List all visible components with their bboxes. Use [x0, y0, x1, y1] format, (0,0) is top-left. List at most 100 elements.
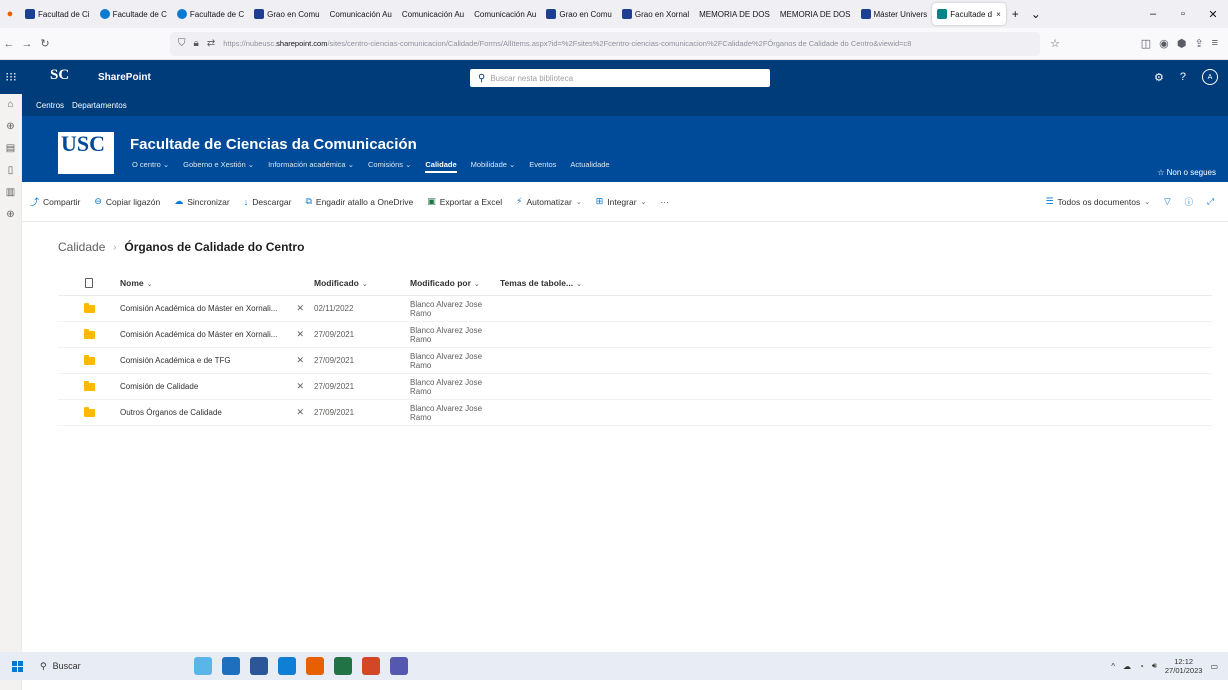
- expand-icon[interactable]: ⤢: [1207, 196, 1214, 207]
- sharepoint-app-name[interactable]: SharePoint: [98, 72, 151, 83]
- shield-icon[interactable]: ⛉: [178, 38, 186, 49]
- filter-icon[interactable]: ▽: [1164, 196, 1171, 207]
- folder-name[interactable]: Comisión Académica do Máster en Xornali.…: [120, 304, 277, 313]
- network-icon[interactable]: ☁: [1123, 662, 1131, 671]
- firefox-taskbar-icon[interactable]: [306, 657, 324, 675]
- more-button[interactable]: ···: [660, 197, 669, 207]
- file-type-header[interactable]: [58, 277, 120, 288]
- name-cell[interactable]: Outros Órganos de Calidade ✕: [120, 407, 314, 418]
- column-header-modified[interactable]: Modificado ⌄: [314, 278, 410, 288]
- browser-tab[interactable]: Comunicación Au: [325, 3, 397, 25]
- browser-tab[interactable]: Facultad de Ci: [20, 3, 95, 25]
- folder-name[interactable]: Outros Órganos de Calidade: [120, 408, 222, 417]
- browser-tab[interactable]: Facultade de C: [172, 3, 249, 25]
- sync-button[interactable]: ☁ Sincronizar: [174, 196, 230, 207]
- breadcrumb-parent[interactable]: Calidade: [58, 240, 105, 254]
- volume-icon[interactable]: 🔊︎: [1152, 661, 1157, 671]
- browser-tab[interactable]: Grao en Comu: [541, 3, 616, 25]
- name-cell[interactable]: Comisión Académica do Máster en Xornali.…: [120, 303, 314, 314]
- folder-name[interactable]: Comisión de Calidade: [120, 382, 198, 391]
- browser-tab[interactable]: Comunicación Au: [469, 3, 541, 25]
- copy-link-button[interactable]: ⊖ Copiar ligazón: [94, 196, 160, 207]
- task-view-icon[interactable]: [222, 657, 240, 675]
- browser-tab[interactable]: Grao en Comu: [249, 3, 324, 25]
- browser-tab[interactable]: MEMORIA DE DOS: [694, 3, 775, 25]
- view-switcher[interactable]: ☰ Todos os documentos ⌄: [1045, 196, 1150, 207]
- automate-button[interactable]: ⚡ Automatizar ⌄: [516, 196, 582, 207]
- taskbar-search[interactable]: ⚲ Buscar: [34, 661, 164, 672]
- site-nav-item[interactable]: Información académica ⌄: [268, 160, 354, 173]
- notifications-icon[interactable]: ▭: [1210, 662, 1218, 671]
- column-header-modified-by[interactable]: Modificado por ⌄: [410, 278, 500, 288]
- page-title[interactable]: Órganos de Calidade do Centro: [124, 240, 304, 254]
- table-row[interactable]: Comisión Académica do Máster en Xornali.…: [58, 322, 1212, 348]
- share-icon[interactable]: ⇪: [1194, 37, 1203, 50]
- lock-icon[interactable]: 🔒︎: [194, 38, 199, 49]
- maximize-button[interactable]: ▫: [1168, 8, 1198, 21]
- close-tab-icon[interactable]: ×: [996, 10, 1001, 19]
- site-nav-item[interactable]: Comisións ⌄: [368, 160, 411, 173]
- hub-nav-departamentos[interactable]: Departamentos: [72, 101, 127, 110]
- address-bar[interactable]: ⛉ 🔒︎ ⇄ https://nubeusc. sharepoint.com/si…: [170, 31, 1040, 56]
- tray-chevron-icon[interactable]: ^: [1111, 662, 1115, 671]
- site-logo[interactable]: USC: [58, 132, 114, 174]
- wifi-icon[interactable]: ◔: [1139, 662, 1144, 671]
- column-header-temas[interactable]: Temas de tabole... ⌄: [500, 278, 640, 288]
- site-nav-item[interactable]: Calidade: [425, 160, 457, 173]
- clock[interactable]: 12:12 27/01/2023: [1165, 657, 1203, 675]
- outlook-icon[interactable]: [278, 657, 296, 675]
- site-title[interactable]: Facultade de Ciencias da Comunicación: [130, 136, 417, 153]
- info-icon[interactable]: ⓘ: [1185, 196, 1194, 208]
- firefox-icon[interactable]: ●: [0, 0, 20, 28]
- lists-icon[interactable]: ▥: [0, 182, 21, 204]
- table-row[interactable]: Comisión Académica do Máster en Xornali.…: [58, 296, 1212, 322]
- app-icon[interactable]: [250, 657, 268, 675]
- start-button[interactable]: [0, 652, 34, 680]
- close-window-button[interactable]: ✕: [1198, 8, 1228, 21]
- menu-icon[interactable]: ≡: [1212, 37, 1218, 50]
- column-header-name[interactable]: Nome ⌄: [120, 278, 314, 288]
- folder-name[interactable]: Comisión Académica do Máster en Xornali.…: [120, 330, 277, 339]
- hub-nav-centros[interactable]: Centros: [36, 101, 64, 110]
- name-cell[interactable]: Comisión de Calidade ✕: [120, 381, 314, 392]
- news-icon[interactable]: ▤: [0, 138, 21, 160]
- create-icon[interactable]: ⊕: [0, 204, 21, 226]
- tab-list-chevron-icon[interactable]: ⌄: [1025, 7, 1047, 21]
- table-row[interactable]: Comisión de Calidade ✕ 27/09/2021 Blanco Al…: [58, 374, 1212, 400]
- pocket-icon[interactable]: ◫: [1141, 37, 1151, 50]
- new-tab-button[interactable]: +: [1006, 7, 1025, 21]
- teams-taskbar-icon[interactable]: [390, 657, 408, 675]
- avatar[interactable]: A: [1202, 69, 1218, 85]
- modified-by-cell[interactable]: Blanco Alvarez Jose Ramo: [410, 352, 500, 370]
- back-button[interactable]: ←: [0, 38, 18, 50]
- integrate-button[interactable]: ⊞ Integrar ⌄: [596, 196, 647, 207]
- browser-tab[interactable]: MEMORIA DE DOS: [775, 3, 856, 25]
- table-row[interactable]: Outros Órganos de Calidade ✕ 27/09/2021 Bla…: [58, 400, 1212, 426]
- permissions-icon[interactable]: ⇄: [207, 38, 215, 49]
- site-nav-item[interactable]: Mobilidade ⌄: [471, 160, 516, 173]
- name-cell[interactable]: Comisión Académica do Máster en Xornali.…: [120, 329, 314, 340]
- globe-icon[interactable]: ⊕: [0, 116, 21, 138]
- reload-button[interactable]: ↻: [36, 37, 54, 50]
- share-button[interactable]: ⤴ Compartir: [30, 195, 80, 208]
- browser-tab[interactable]: Grao en Xornal: [617, 3, 694, 25]
- app-launcher-icon[interactable]: ⁝⁝⁝: [0, 60, 22, 94]
- tab-active[interactable]: Facultade d ×: [932, 3, 1006, 25]
- minimize-button[interactable]: –: [1138, 8, 1168, 21]
- files-icon[interactable]: ▯: [0, 160, 21, 182]
- account-icon[interactable]: ◉: [1159, 37, 1169, 50]
- modified-by-cell[interactable]: Blanco Alvarez Jose Ramo: [410, 404, 500, 422]
- excel-taskbar-icon[interactable]: [334, 657, 352, 675]
- name-cell[interactable]: Comisión Académica e de TFG ✕: [120, 355, 314, 366]
- follow-button[interactable]: ☆ Non o segues: [1157, 168, 1216, 177]
- suite-logo[interactable]: SC: [50, 68, 80, 86]
- site-nav-item[interactable]: O centro ⌄: [132, 160, 169, 173]
- download-button[interactable]: ↓ Descargar: [244, 197, 292, 207]
- site-nav-item[interactable]: Goberno e Xestión ⌄: [183, 160, 254, 173]
- browser-tab[interactable]: Máster Univers: [856, 3, 933, 25]
- settings-gear-icon[interactable]: ⚙: [1154, 71, 1164, 84]
- modified-by-cell[interactable]: Blanco Alvarez Jose Ramo: [410, 326, 500, 344]
- bookmark-star-icon[interactable]: ☆: [1046, 37, 1064, 50]
- help-icon[interactable]: ?: [1180, 71, 1186, 83]
- modified-by-cell[interactable]: Blanco Alvarez Jose Ramo: [410, 300, 500, 318]
